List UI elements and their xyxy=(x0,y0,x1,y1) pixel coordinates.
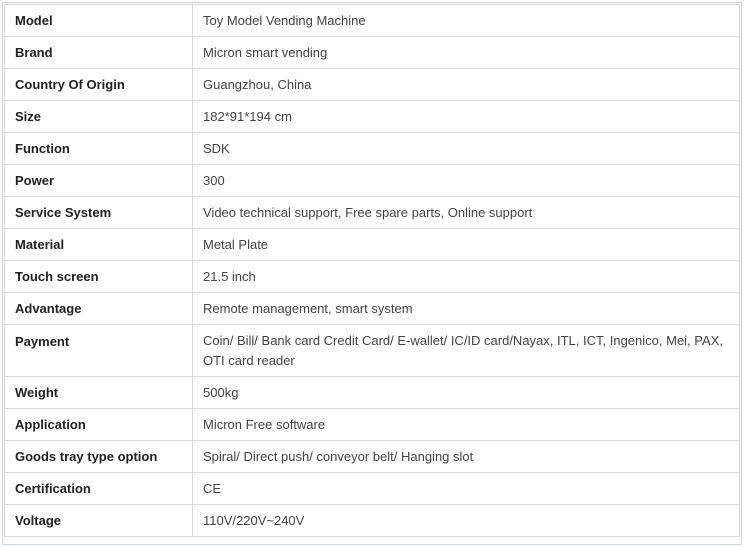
spec-label-country-of-origin: Country Of Origin xyxy=(4,68,193,101)
table-row: Country Of Origin Guangzhou, China xyxy=(4,68,740,101)
table-row: Advantage Remote management, smart syste… xyxy=(4,292,740,325)
table-row: Voltage 110V/220V~240V xyxy=(4,504,740,537)
table-row: Model Toy Model Vending Machine xyxy=(4,4,740,37)
spec-label-advantage: Advantage xyxy=(4,292,193,325)
spec-label-payment: Payment xyxy=(4,324,193,377)
spec-value-material: Metal Plate xyxy=(192,228,740,261)
spec-value-power: 300 xyxy=(192,164,740,197)
spec-label-material: Material xyxy=(4,228,193,261)
table-row: Weight 500kg xyxy=(4,376,740,409)
spec-label-service-system: Service System xyxy=(4,196,193,229)
spec-value-touch-screen: 21.5 inch xyxy=(192,260,740,293)
table-row: Touch screen 21.5 inch xyxy=(4,260,740,293)
spec-value-voltage: 110V/220V~240V xyxy=(192,504,740,537)
spec-label-certification: Certification xyxy=(4,472,193,505)
table-row: Brand Micron smart vending xyxy=(4,36,740,69)
table-row: Power 300 xyxy=(4,164,740,197)
spec-value-size: 182*91*194 cm xyxy=(192,100,740,133)
table-row: Payment Coin/ Bill/ Bank card Credit Car… xyxy=(4,324,740,377)
spec-value-country-of-origin: Guangzhou, China xyxy=(192,68,740,101)
spec-label-goods-tray-type-option: Goods tray type option xyxy=(4,440,193,473)
spec-label-weight: Weight xyxy=(4,376,193,409)
spec-value-application: Micron Free software xyxy=(192,408,740,441)
spec-label-application: Application xyxy=(4,408,193,441)
specification-table: Model Toy Model Vending Machine Brand Mi… xyxy=(4,4,740,537)
spec-value-goods-tray-type-option: Spiral/ Direct push/ conveyor belt/ Hang… xyxy=(192,440,740,473)
table-row: Service System Video technical support, … xyxy=(4,196,740,229)
spec-label-touch-screen: Touch screen xyxy=(4,260,193,293)
spec-value-weight: 500kg xyxy=(192,376,740,409)
spec-label-voltage: Voltage xyxy=(4,504,193,537)
spec-value-payment: Coin/ Bill/ Bank card Credit Card/ E-wal… xyxy=(192,324,740,377)
table-row: Application Micron Free software xyxy=(4,408,740,441)
spec-value-certification: CE xyxy=(192,472,740,505)
spec-label-size: Size xyxy=(4,100,193,133)
spec-value-function: SDK xyxy=(192,132,740,165)
spec-value-service-system: Video technical support, Free spare part… xyxy=(192,196,740,229)
spec-value-brand: Micron smart vending xyxy=(192,36,740,69)
spec-value-model: Toy Model Vending Machine xyxy=(192,4,740,37)
table-row: Function SDK xyxy=(4,132,740,165)
spec-value-advantage: Remote management, smart system xyxy=(192,292,740,325)
spec-label-power: Power xyxy=(4,164,193,197)
spec-label-model: Model xyxy=(4,4,193,37)
table-row: Goods tray type option Spiral/ Direct pu… xyxy=(4,440,740,473)
table-row: Size 182*91*194 cm xyxy=(4,100,740,133)
table-row: Certification CE xyxy=(4,472,740,505)
spec-label-function: Function xyxy=(4,132,193,165)
table-row: Material Metal Plate xyxy=(4,228,740,261)
spec-label-brand: Brand xyxy=(4,36,193,69)
